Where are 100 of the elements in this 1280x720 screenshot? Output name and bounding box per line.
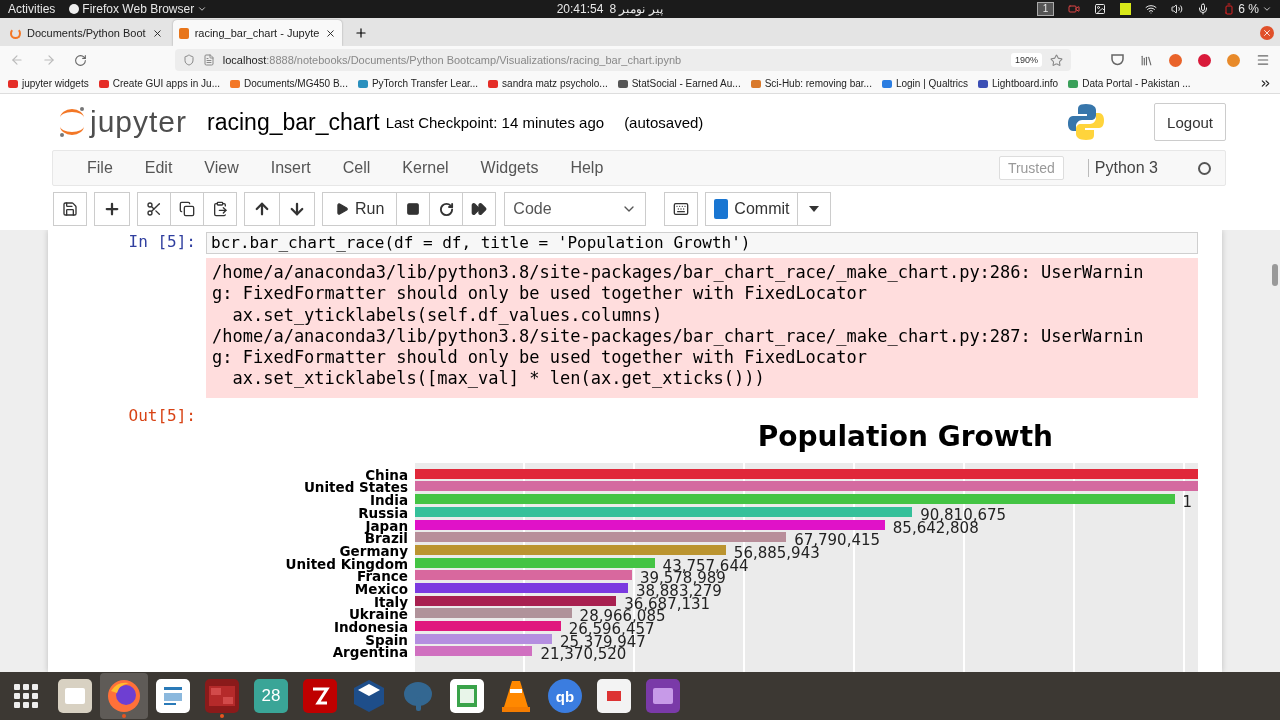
- more-bookmarks-icon[interactable]: [1259, 77, 1272, 90]
- cell-type-select[interactable]: Code: [504, 192, 647, 226]
- scrollbar-thumb[interactable]: [1272, 264, 1278, 286]
- close-icon[interactable]: [325, 27, 337, 39]
- image-icon[interactable]: [1094, 3, 1107, 15]
- value-label: 36,687,131: [624, 596, 711, 612]
- run-button[interactable]: Run: [322, 192, 398, 226]
- save-button[interactable]: [53, 192, 87, 226]
- app-menu[interactable]: Firefox Web Browser: [69, 2, 208, 16]
- cube-icon[interactable]: [353, 679, 385, 713]
- move-up-button[interactable]: [244, 192, 280, 226]
- bookmark[interactable]: PyTorch Transfer Lear...: [357, 78, 479, 89]
- bookmark[interactable]: Data Portal - Pakistan ...: [1068, 78, 1191, 89]
- file-transfer-icon[interactable]: [303, 679, 337, 713]
- pocket-icon[interactable]: [1111, 54, 1124, 66]
- menu-item[interactable]: File: [71, 159, 129, 177]
- stop-button[interactable]: [396, 192, 431, 226]
- document-viewer-icon[interactable]: [597, 679, 631, 713]
- close-icon[interactable]: [151, 27, 163, 39]
- fast-forward-button[interactable]: [462, 192, 497, 226]
- menu-icon[interactable]: [1256, 53, 1270, 67]
- dropdown-button[interactable]: [797, 192, 832, 226]
- extension-icon[interactable]: [1169, 53, 1182, 67]
- battery-status[interactable]: 6 %: [1223, 2, 1272, 16]
- note-icon[interactable]: [1120, 3, 1132, 15]
- close-window-button[interactable]: [1260, 26, 1274, 40]
- bookmark[interactable]: Lightboard.info: [978, 78, 1059, 89]
- country-label: France: [357, 570, 408, 583]
- value-label: 1: [1182, 495, 1193, 511]
- menu-item[interactable]: Kernel: [386, 159, 465, 177]
- wifi-icon[interactable]: [1145, 3, 1158, 15]
- menu-item[interactable]: Widgets: [464, 159, 555, 177]
- bookmark[interactable]: StatSocial - Earned Au...: [617, 78, 741, 89]
- zoom-level[interactable]: 190%: [1010, 53, 1042, 67]
- spreadsheet-icon[interactable]: [450, 679, 484, 713]
- library-icon[interactable]: [1140, 53, 1153, 67]
- adblock-icon[interactable]: [1198, 53, 1211, 67]
- jupyter-logo[interactable]: jupyter: [58, 105, 188, 139]
- menu-item[interactable]: Help: [554, 159, 620, 177]
- country-label: Spain: [365, 633, 408, 646]
- activities-button[interactable]: Activities: [8, 2, 56, 16]
- country-label: United Kingdom: [284, 557, 408, 570]
- new-tab-icon[interactable]: [354, 26, 369, 40]
- menu-item[interactable]: View: [188, 159, 255, 177]
- commit-button[interactable]: Commit: [705, 192, 799, 226]
- star-icon[interactable]: [1050, 53, 1063, 67]
- traffic-cone-icon[interactable]: [500, 679, 532, 713]
- paste-button[interactable]: [203, 192, 237, 226]
- bookmark[interactable]: Login | Qualtrics: [881, 78, 968, 89]
- torrent-app-icon[interactable]: qb: [548, 679, 582, 713]
- restart-icon: [438, 201, 454, 217]
- keyboard-button[interactable]: [664, 192, 699, 226]
- folder-icon[interactable]: [58, 679, 92, 713]
- restart-button[interactable]: [429, 192, 464, 226]
- menu-item[interactable]: Edit: [128, 159, 189, 177]
- bookmark[interactable]: Documents/MG450 B...: [230, 78, 348, 89]
- microphone-icon[interactable]: [1197, 3, 1210, 15]
- jupyter-mark-icon: [58, 106, 86, 138]
- play-icon: [335, 202, 349, 216]
- bookmark[interactable]: sandra matz psycholo...: [488, 78, 608, 89]
- caret-icon: [1262, 4, 1272, 14]
- date[interactable]: پیر نومبر 8: [609, 2, 663, 16]
- volume-icon[interactable]: [1171, 3, 1184, 15]
- bookmark[interactable]: Create GUI apps in Ju...: [98, 78, 220, 89]
- menu-item[interactable]: Insert: [254, 159, 327, 177]
- workspace-indicator[interactable]: 1: [1036, 2, 1055, 16]
- bookmark[interactable]: jupyter widgets: [8, 78, 89, 89]
- browser-tab[interactable]: racing_bar_chart - Jupyte: [172, 20, 343, 46]
- document-icon[interactable]: [156, 679, 190, 713]
- address-bar[interactable]: localhost:8888/notebooks/Documents/Python Bootcamp/Visualizations/racing_bar_chart.ipynb 190%: [174, 49, 1071, 71]
- battery-icon: [1223, 3, 1236, 15]
- country-label: Germany: [338, 544, 408, 557]
- output-prompt: Out[5]:: [127, 404, 197, 425]
- keyboard-icon: [673, 201, 690, 217]
- browser-tab[interactable]: Documents/Python Boot: [4, 20, 169, 46]
- move-down-button[interactable]: [279, 192, 315, 226]
- copy-button[interactable]: [170, 192, 204, 226]
- chart-title: Population Growth: [757, 418, 1053, 455]
- notebook-name[interactable]: racing_bar_chart: [207, 108, 380, 136]
- reload-icon[interactable]: [73, 53, 87, 67]
- country-label: India: [369, 494, 408, 507]
- warning-line: /home/a/anaconda3/lib/python3.8/site-packages/bar_chart_race/_make_chart.py:286: UserWarnin: [212, 262, 1145, 284]
- country-label: Argentina: [331, 646, 408, 659]
- app-grid-icon[interactable]: [14, 684, 38, 708]
- shield-icon: [182, 54, 195, 66]
- menu-item[interactable]: Cell: [326, 159, 387, 177]
- url-text: localhost:8888/notebooks/Documents/Python Bootcamp/Visualizations/racing_bar_chart.ipynb: [222, 54, 683, 66]
- kernel-name: Python 3: [1087, 159, 1158, 177]
- logout-button[interactable]: Logout: [1154, 103, 1226, 141]
- country-label: Japan: [364, 519, 408, 532]
- bookmark[interactable]: Sci-Hub: removing bar...: [750, 78, 872, 89]
- camera-icon[interactable]: [1068, 3, 1081, 15]
- checkpoint-status: Last Checkpoint: 14 minutes ago: [385, 113, 605, 131]
- media-player-icon[interactable]: [646, 679, 680, 713]
- warning-line: /home/a/anaconda3/lib/python3.8/site-packages/bar_chart_race/_make_chart.py:287: UserWarnin: [212, 325, 1145, 348]
- clock[interactable]: 20:41:54: [556, 2, 604, 16]
- country-label: Russia: [357, 506, 408, 519]
- code-cell[interactable]: bcr.bar_chart_race(df = df, title = 'Population Growth'): [206, 232, 1198, 254]
- add-cell-button[interactable]: [94, 192, 130, 226]
- cut-button[interactable]: [137, 192, 171, 226]
